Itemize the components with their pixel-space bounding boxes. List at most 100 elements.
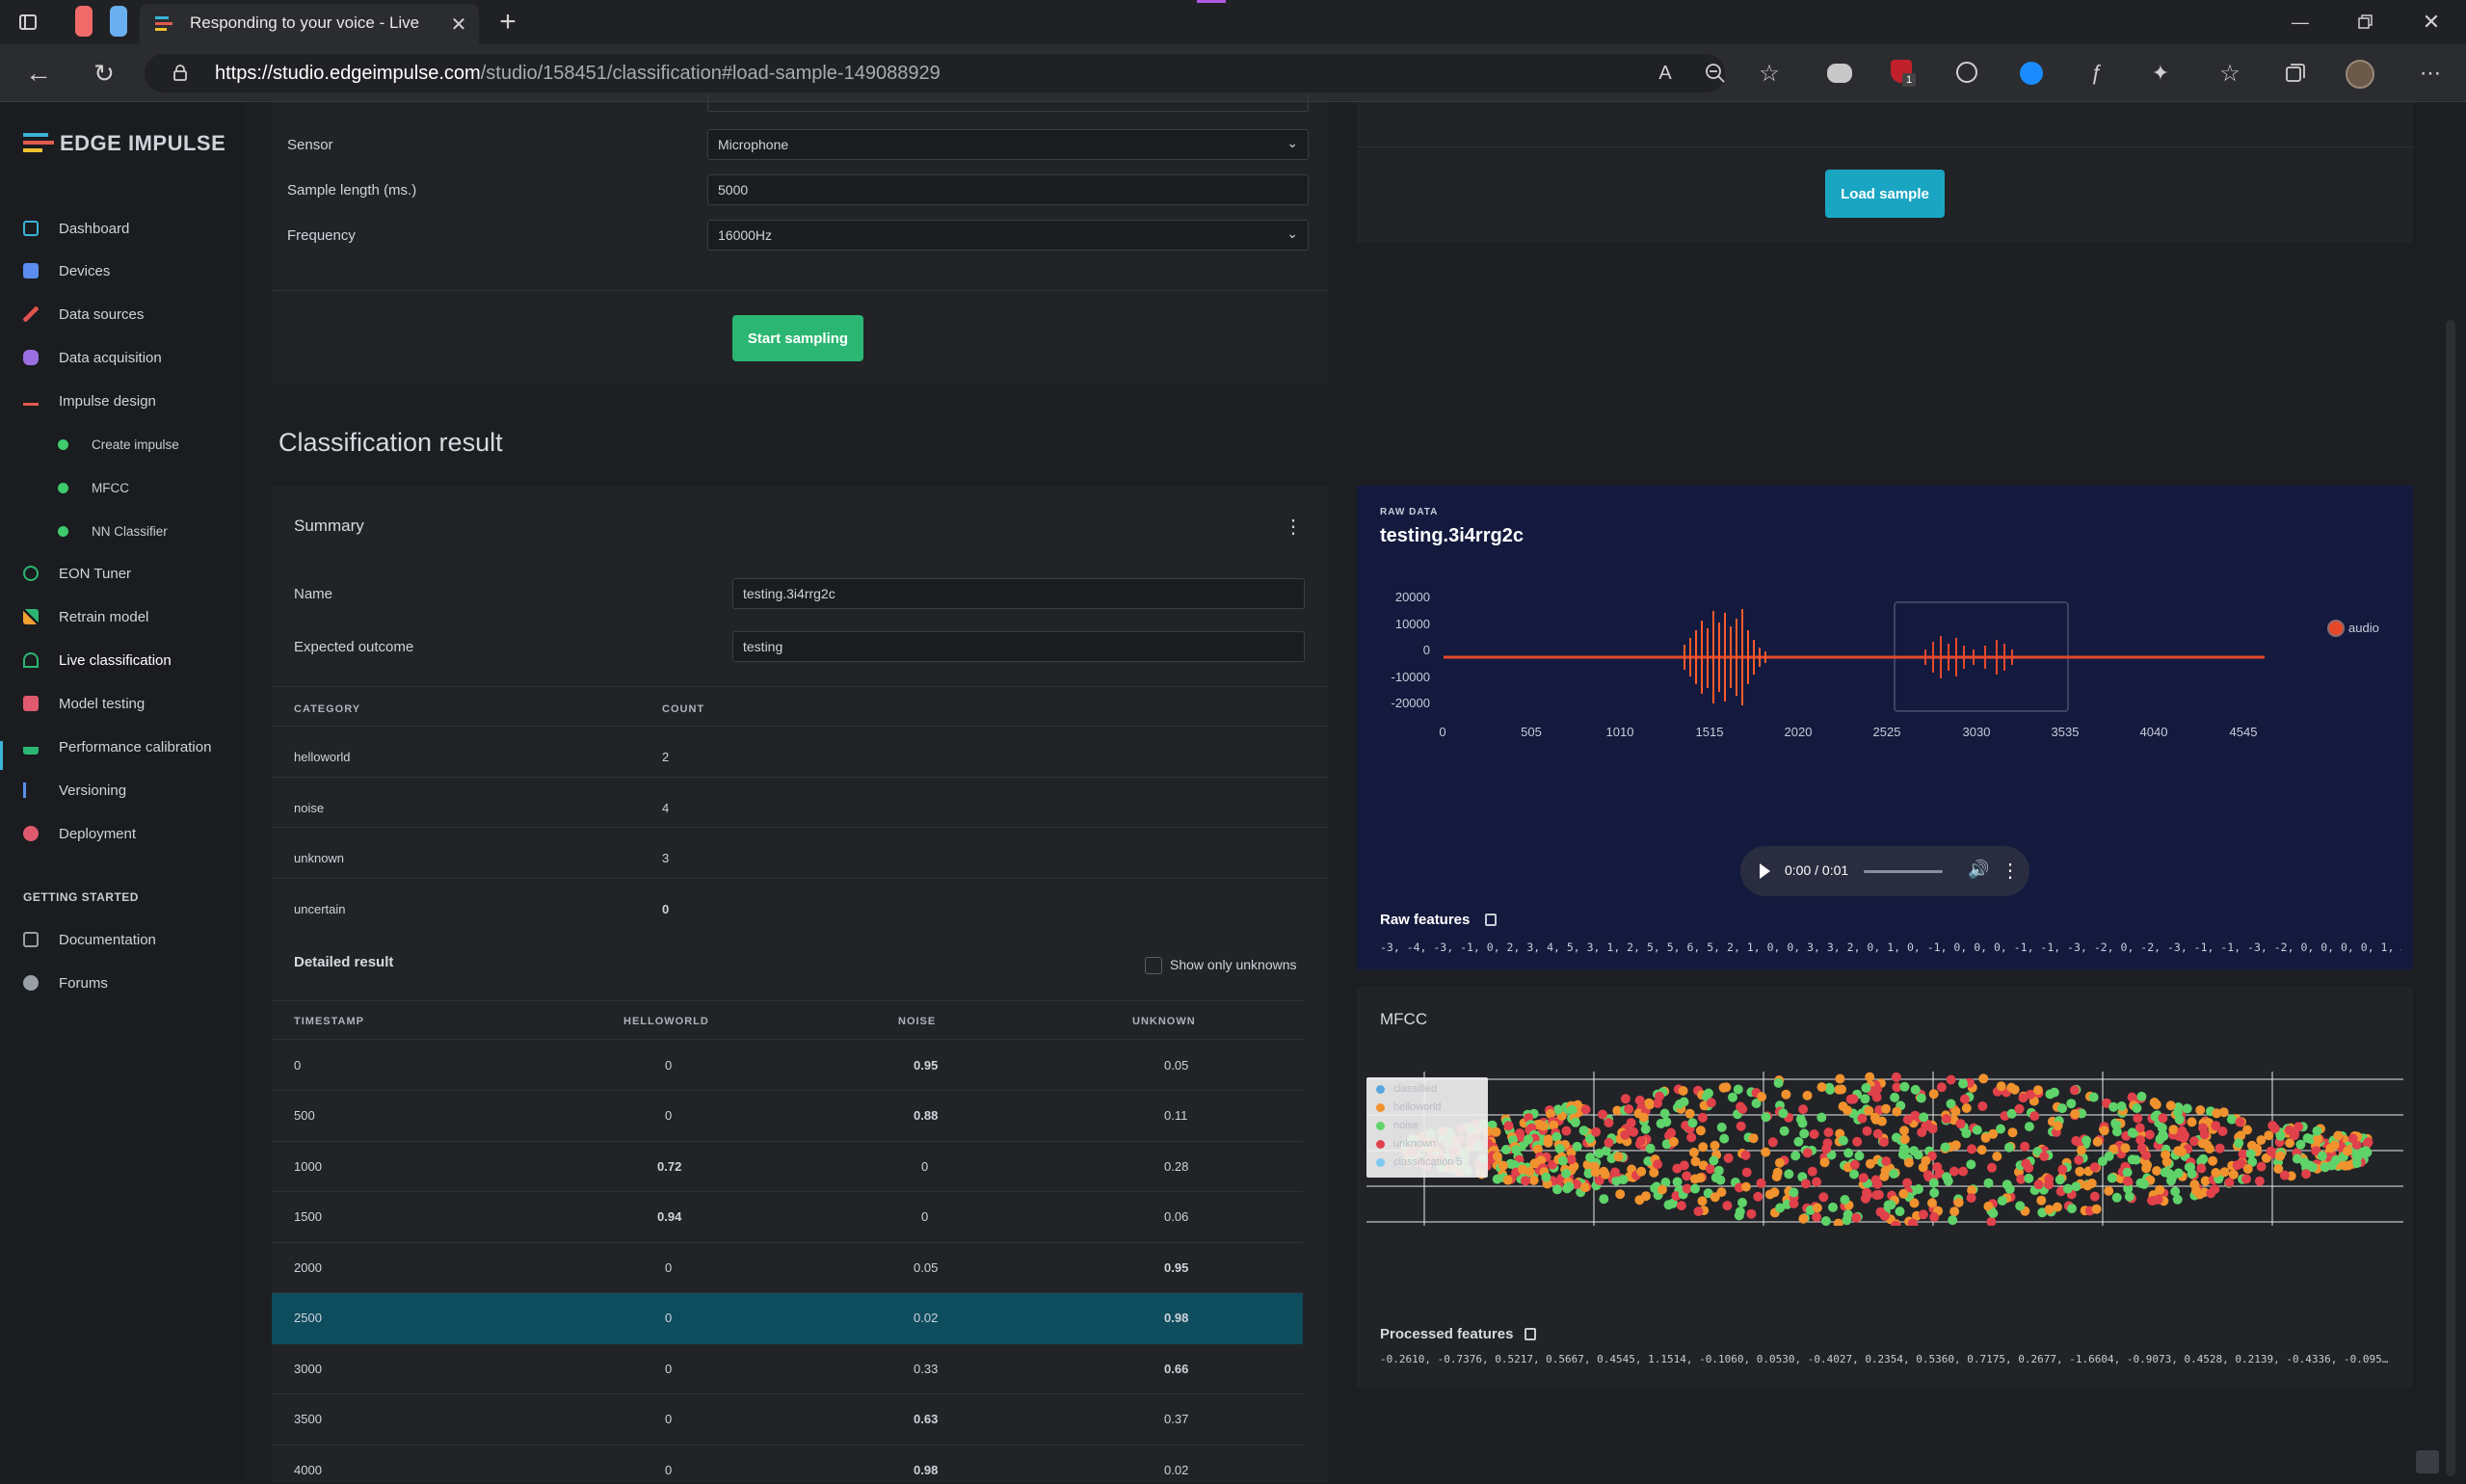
settings-more-icon[interactable]: ⋯ — [2415, 58, 2446, 89]
sidebar-item-performance-calibration[interactable]: Performance calibration — [23, 732, 211, 761]
divider — [272, 827, 1328, 828]
ublock-icon[interactable]: 1 — [1891, 60, 1916, 87]
address-field[interactable]: https://studio.edgeimpulse.com/studio/15… — [145, 54, 1725, 93]
scatter-point — [1966, 1159, 1976, 1170]
sensor-select[interactable]: Microphone ⌄ — [707, 129, 1309, 160]
extensions-puzzle-icon[interactable]: ✦ — [2145, 58, 2176, 89]
sidebar-item-model-testing[interactable]: Model testing — [23, 689, 145, 718]
sidebar-item-data-sources[interactable]: Data sources — [23, 300, 144, 329]
sidebar-item-documentation[interactable]: Documentation — [23, 925, 156, 954]
close-tab-icon[interactable]: ✕ — [446, 12, 471, 37]
active-tab[interactable]: Responding to your voice - Live ✕ — [140, 4, 479, 44]
table-row[interactable]: 2000 0 0.05 0.95 — [272, 1243, 1303, 1293]
read-aloud-icon[interactable]: A — [1650, 58, 1681, 89]
scatter-point — [1503, 1121, 1514, 1131]
scatter-point — [1936, 1082, 1947, 1093]
device-select-edge[interactable] — [707, 94, 1309, 112]
sidebar-item-deployment[interactable]: Deployment — [23, 819, 136, 848]
noise-cell: 0.88 — [914, 1108, 939, 1123]
scatter-point — [1978, 1073, 1989, 1084]
reload-icon[interactable]: ↻ — [89, 58, 119, 89]
scatter-point — [2111, 1120, 2122, 1130]
new-tab-button[interactable]: + — [491, 6, 524, 39]
scatter-point — [2161, 1156, 2172, 1167]
audio-seek-bar[interactable] — [1864, 870, 1943, 873]
sidebar-item-live-classification[interactable]: Live classification — [23, 646, 172, 675]
sidebar-subitem-mfcc[interactable]: MFCC — [58, 474, 129, 501]
legend-item[interactable]: unknown — [1376, 1138, 1436, 1150]
sidebar-item-dashboard[interactable]: Dashboard — [23, 214, 129, 243]
tab-actions-icon[interactable] — [13, 8, 42, 37]
scatter-point — [1961, 1103, 1972, 1113]
profile-avatar[interactable] — [2346, 60, 2374, 89]
scatter-point — [1655, 1091, 1664, 1101]
table-row[interactable]: 3000 0 0.33 0.66 — [272, 1344, 1303, 1394]
legend-item[interactable]: noise — [1376, 1120, 1419, 1131]
table-row-selected[interactable]: 2500 0 0.02 0.98 — [272, 1293, 1303, 1344]
load-sample-button[interactable]: Load sample — [1825, 170, 1945, 218]
scatter-point — [1572, 1141, 1582, 1152]
sample-length-input[interactable]: 5000 — [707, 174, 1309, 205]
volume-icon[interactable]: 🔊 — [1968, 860, 1989, 880]
table-row[interactable]: 500 0 0.88 0.11 — [272, 1091, 1303, 1142]
sidebar-item-versioning[interactable]: Versioning — [23, 776, 126, 805]
favorites-icon[interactable]: ☆ — [2214, 58, 2245, 89]
table-row[interactable]: 3500 0 0.63 0.37 — [272, 1394, 1303, 1445]
copy-icon[interactable] — [1485, 914, 1497, 926]
name-input[interactable]: testing.3i4rrg2c — [732, 578, 1305, 609]
frequency-select[interactable]: 16000Hz ⌄ — [707, 220, 1309, 251]
shazam-icon[interactable] — [2020, 62, 2043, 85]
feedback-icon[interactable] — [2416, 1450, 2439, 1473]
scatter-point — [1740, 1181, 1751, 1192]
scatter-point — [1790, 1151, 1801, 1161]
sidebar-item-impulse-design[interactable]: Impulse design — [23, 386, 156, 415]
sidebar-subitem-nn-classifier[interactable]: NN Classifier — [58, 517, 168, 544]
scatter-point — [2024, 1122, 2034, 1132]
favorite-add-icon[interactable]: ☆ — [1754, 58, 1785, 89]
scatter-point — [1953, 1198, 1964, 1207]
sidebar-item-devices[interactable]: Devices — [23, 256, 110, 285]
legend-item[interactable]: classification 5 — [1376, 1156, 1463, 1168]
more-options-icon[interactable]: ⋮ — [1284, 515, 1303, 539]
play-icon[interactable] — [1760, 863, 1770, 879]
table-row[interactable]: 1000 0.72 0 0.28 — [272, 1142, 1303, 1192]
scatter-point — [1594, 1149, 1604, 1158]
extension-shield-icon[interactable] — [1956, 62, 1977, 83]
table-row[interactable]: 1500 0.94 0 0.06 — [272, 1192, 1303, 1243]
table-row[interactable]: 0 0 0.95 0.05 — [272, 1041, 1303, 1091]
extension-feather-icon[interactable]: ƒ — [2082, 58, 2112, 89]
scatter-point — [1862, 1187, 1872, 1198]
scatter-point — [1948, 1215, 1958, 1226]
minimize-icon[interactable]: — — [2286, 8, 2315, 37]
back-icon[interactable]: ← — [23, 58, 54, 89]
sidebar-item-retrain-model[interactable]: Retrain model — [23, 602, 148, 631]
section-heading: GETTING STARTED — [23, 890, 139, 904]
close-window-icon[interactable]: ✕ — [2417, 8, 2446, 37]
audio-legend-marker[interactable] — [2327, 620, 2345, 637]
pinned-tab-icon[interactable] — [75, 6, 93, 37]
legend-item[interactable]: helloworld — [1376, 1101, 1442, 1113]
zoom-out-icon[interactable] — [1700, 58, 1731, 89]
page-scrollbar[interactable] — [2446, 320, 2455, 1476]
scatter-point — [1892, 1106, 1902, 1117]
noise-cell: 0 — [921, 1209, 929, 1224]
table-row[interactable]: 4000 0 0.98 0.02 — [272, 1445, 1303, 1484]
legend-item[interactable]: classified — [1376, 1083, 1437, 1095]
sidebar-item-forums[interactable]: Forums — [23, 968, 108, 997]
pinned-tab-icon[interactable] — [110, 6, 127, 37]
expected-outcome-input[interactable]: testing — [732, 631, 1305, 662]
scatter-point — [1879, 1137, 1889, 1148]
scatter-point — [2091, 1204, 2102, 1214]
collections-icon[interactable] — [2280, 58, 2311, 89]
count-cell: 2 — [662, 750, 670, 764]
sidebar-item-eon-tuner[interactable]: EON Tuner — [23, 559, 131, 588]
sidebar-subitem-create-impulse[interactable]: Create impulse — [58, 431, 179, 458]
start-sampling-button[interactable]: Start sampling — [732, 315, 863, 361]
audio-more-icon[interactable]: ⋮ — [2001, 859, 2020, 883]
restore-icon[interactable] — [2351, 8, 2380, 37]
scatter-point — [2362, 1148, 2373, 1157]
sidebar-item-data-acquisition[interactable]: Data acquisition — [23, 343, 162, 372]
copy-icon[interactable] — [1525, 1328, 1536, 1340]
extension-glasses-icon[interactable] — [1827, 64, 1852, 83]
show-unknowns-checkbox[interactable] — [1145, 957, 1162, 974]
